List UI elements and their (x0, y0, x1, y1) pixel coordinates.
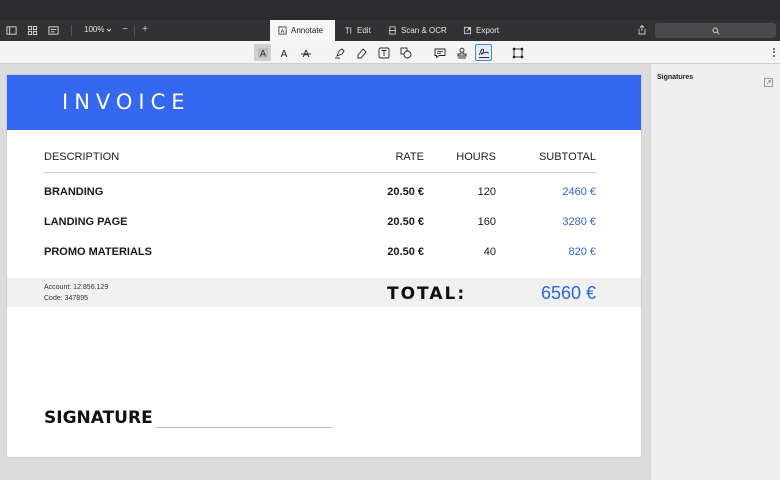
text-box-icon (378, 47, 389, 58)
signatures-panel: Signatures (650, 64, 780, 480)
crop-tool[interactable] (509, 44, 526, 61)
row-rate: 20.50 € (387, 216, 424, 228)
scan-icon (388, 26, 397, 35)
stamp-icon (457, 47, 466, 58)
zoom-select[interactable]: 100% (84, 25, 112, 34)
strikethrough-icon: A (300, 49, 311, 59)
row-description: BRANDING (44, 186, 104, 198)
main-toolbar: 100% − + A Annotate Edit Scan & OCR Expo… (0, 20, 780, 41)
highlighter-icon (334, 47, 345, 58)
row-description: PROMO MATERIALS (44, 246, 152, 258)
tab-label: Export (476, 26, 500, 35)
tab-annotate[interactable]: A Annotate (270, 20, 335, 41)
invoice-banner: INVOICE (7, 75, 641, 130)
row-hours: 120 (477, 186, 496, 198)
eraser-tool[interactable] (353, 44, 370, 61)
window-titlebar (0, 0, 780, 20)
column-header-rate: RATE (395, 151, 424, 163)
signature-field[interactable] (155, 427, 333, 428)
row-rate: 20.50 € (387, 186, 424, 198)
strikethrough-tool[interactable]: A (297, 44, 314, 61)
tab-label: Edit (357, 26, 371, 35)
annotation-toolbar: A A A (0, 41, 780, 64)
signature-tool[interactable] (475, 44, 492, 61)
column-header-description: DESCRIPTION (44, 151, 120, 163)
tab-label: Scan & OCR (401, 26, 447, 35)
row-description: LANDING PAGE (44, 216, 128, 228)
shapes-tool[interactable] (397, 44, 414, 61)
note-icon (434, 48, 445, 58)
sidebar-toggle-icon[interactable] (5, 24, 18, 37)
column-header-subtotal: SUBTOTAL (538, 151, 596, 163)
signature-label: SIGNATURE (44, 408, 153, 428)
zoom-in-button[interactable]: + (140, 24, 150, 35)
crop-icon (512, 47, 523, 58)
highlighter-tool[interactable] (331, 44, 348, 61)
tab-scan-ocr[interactable]: Scan & OCR (380, 20, 455, 41)
text-style-icon: A (280, 49, 287, 59)
shapes-icon (400, 47, 411, 58)
search-icon (712, 27, 720, 35)
tab-label: Annotate (291, 26, 324, 35)
zoom-out-button[interactable]: − (120, 24, 130, 35)
text-highlight-tool[interactable]: A (254, 44, 271, 61)
row-hours: 40 (483, 246, 496, 258)
add-signature-icon[interactable] (764, 74, 773, 87)
total-label: TOTAL: (387, 284, 467, 304)
svg-text:A: A (259, 49, 266, 59)
zoom-level: 100% (84, 25, 105, 34)
account-code: Code: 347895 (44, 295, 88, 302)
row-hours: 160 (477, 216, 496, 228)
tab-edit[interactable]: Edit (336, 20, 379, 41)
export-icon (463, 26, 472, 35)
page-layout-icon[interactable] (47, 24, 60, 37)
row-subtotal: 3280 € (562, 216, 596, 228)
row-subtotal: 820 € (568, 246, 596, 258)
search-field[interactable] (655, 23, 776, 38)
thumbnails-icon[interactable] (26, 24, 39, 37)
invoice-page: INVOICE DESCRIPTION RATE HOURS SUBTOTAL … (7, 75, 641, 457)
header-divider (44, 172, 596, 173)
eraser-icon (357, 47, 367, 58)
signature-icon (478, 48, 489, 58)
tab-export[interactable]: Export (455, 20, 507, 41)
text-box-tool[interactable] (375, 44, 392, 61)
svg-text:A: A (280, 49, 287, 59)
panel-title: Signatures (657, 74, 694, 81)
more-tools-icon[interactable] (773, 48, 775, 57)
total-bar: Account: 12.856.129 Code: 347895 TOTAL: … (7, 278, 641, 307)
svg-text:A: A (281, 29, 285, 35)
invoice-title: INVOICE (62, 90, 191, 114)
text-style-tool[interactable]: A (275, 44, 292, 61)
chevron-down-icon (107, 28, 112, 32)
share-icon[interactable] (636, 24, 648, 36)
row-subtotal: 2460 € (562, 186, 596, 198)
stamp-tool[interactable] (453, 44, 470, 61)
document-area: INVOICE DESCRIPTION RATE HOURS SUBTOTAL … (0, 64, 650, 480)
account-number: Account: 12.856.129 (44, 284, 109, 291)
edit-text-icon (345, 27, 352, 34)
toolbar-separator (134, 25, 135, 36)
toolbar-separator (71, 25, 72, 36)
annotate-icon: A (278, 26, 287, 35)
text-highlight-icon: A (257, 47, 268, 59)
note-tool[interactable] (431, 44, 448, 61)
column-header-hours: HOURS (456, 151, 496, 163)
row-rate: 20.50 € (387, 246, 424, 258)
total-value: 6560 € (540, 283, 596, 303)
